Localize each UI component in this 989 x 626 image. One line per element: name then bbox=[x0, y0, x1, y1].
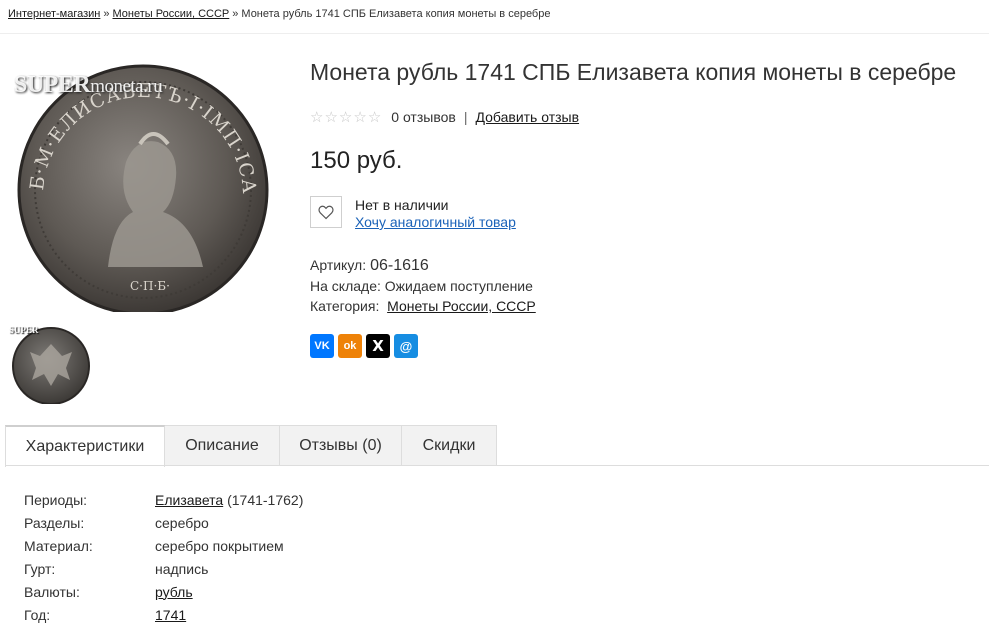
sku-value: 06-1616 bbox=[370, 257, 429, 274]
star-icon[interactable]: ☆ bbox=[324, 109, 337, 125]
star-icon[interactable]: ☆ bbox=[368, 109, 381, 125]
spec-label: Гурт: bbox=[24, 560, 56, 577]
category-row: Категория: Монеты России, СССР bbox=[310, 296, 536, 316]
sku-label: Артикул: bbox=[310, 257, 367, 273]
breadcrumb-current: Монета рубль 1741 СПБ Елизавета копия мо… bbox=[241, 8, 551, 20]
spec-value-link[interactable]: Елизавета bbox=[155, 492, 223, 508]
spec-label: Разделы: bbox=[24, 514, 85, 531]
product-title: Монета рубль 1741 СПБ Елизавета копия мо… bbox=[310, 59, 957, 85]
tab-description[interactable]: Описание bbox=[165, 425, 280, 465]
spec-value-link[interactable]: 1741 bbox=[155, 607, 186, 623]
star-icon[interactable]: ☆ bbox=[339, 109, 352, 125]
tab-characteristics[interactable]: Характеристики bbox=[5, 425, 165, 467]
star-icon[interactable]: ☆ bbox=[353, 109, 366, 125]
stock-label: На складе: bbox=[310, 278, 381, 294]
reviews-count: 0 отзывов bbox=[391, 109, 456, 125]
mailru-icon: @ bbox=[399, 338, 413, 354]
coin-mint-mark: С·П·Б· bbox=[130, 279, 170, 293]
breadcrumb-separator: » bbox=[103, 8, 110, 20]
breadcrumb-separator: » bbox=[232, 8, 239, 20]
spec-row: Периоды: Елизавета (1741-1762) bbox=[24, 488, 303, 511]
star-icon[interactable]: ☆ bbox=[310, 109, 323, 125]
vk-share-button[interactable]: VK bbox=[310, 334, 334, 358]
specs-table: Периоды: Елизавета (1741-1762) Разделы: … bbox=[24, 488, 303, 626]
category-label: Категория: bbox=[310, 298, 380, 314]
stock-value: Ожидаем поступление bbox=[384, 278, 533, 294]
breadcrumb-link-shop[interactable]: Интернет-магазин bbox=[8, 8, 100, 20]
x-icon: X bbox=[372, 337, 384, 355]
product-tabs: Характеристики Описание Отзывы (0) Скидк… bbox=[5, 425, 497, 467]
spec-row: Разделы: серебро bbox=[24, 511, 303, 534]
breadcrumb: Интернет-магазин» Монеты России, СССР» Мон… bbox=[8, 8, 550, 20]
sku-row: Артикул: 06-1616 bbox=[310, 255, 536, 276]
mailru-share-button[interactable]: @ bbox=[394, 334, 418, 358]
rating-stars[interactable]: ☆ ☆ ☆ ☆ ☆ bbox=[310, 109, 381, 125]
spec-extra: (1741-1762) bbox=[227, 491, 304, 508]
ok-share-button[interactable]: ok bbox=[338, 334, 362, 358]
want-similar-link[interactable]: Хочу аналогичный товар bbox=[355, 214, 516, 230]
spec-label: Периоды: bbox=[24, 491, 88, 508]
spec-value: серебро покрытием bbox=[155, 537, 284, 554]
spec-value-link[interactable]: рубль bbox=[155, 584, 193, 600]
spec-label: Валюты: bbox=[24, 583, 80, 600]
thumbnail-watermark: SUPER bbox=[9, 325, 39, 335]
stock-row: На складе: Ожидаем поступление bbox=[310, 276, 536, 296]
spec-row: Гурт: надпись bbox=[24, 557, 303, 580]
spec-row: Материал: серебро покрытием bbox=[24, 534, 303, 557]
spec-value: серебро bbox=[155, 514, 209, 531]
spec-row: Год: 1741 bbox=[24, 603, 303, 626]
category-link[interactable]: Монеты России, СССР bbox=[387, 298, 536, 314]
availability-block: Нет в наличии Хочу аналогичный товар bbox=[355, 197, 516, 231]
availability-status: Нет в наличии bbox=[355, 197, 449, 213]
rating-separator: | bbox=[463, 109, 468, 125]
wishlist-button[interactable] bbox=[310, 196, 342, 228]
product-main-image[interactable]: Б·М·ЕЛИСАВЕТЪ·I·IМП·IСАМОД·ВСЕРОС С·П·Б· bbox=[0, 45, 278, 316]
watermark-logo: SUPERmoneta.ru bbox=[14, 72, 163, 98]
heart-icon bbox=[318, 205, 334, 219]
ok-icon: ok bbox=[343, 340, 357, 352]
product-price: 150 руб. bbox=[310, 147, 403, 174]
breadcrumb-link-category[interactable]: Монеты России, СССР bbox=[113, 8, 230, 20]
product-meta: Артикул: 06-1616 На складе: Ожидаем посту… bbox=[310, 255, 536, 316]
header-divider bbox=[0, 33, 989, 34]
vk-icon: VK bbox=[314, 340, 330, 352]
social-share: VK ok X @ bbox=[310, 334, 418, 358]
tab-discounts[interactable]: Скидки bbox=[402, 425, 497, 465]
x-share-button[interactable]: X bbox=[366, 334, 390, 358]
spec-value: надпись bbox=[155, 560, 209, 577]
spec-label: Материал: bbox=[24, 537, 93, 554]
tabs-divider bbox=[5, 465, 989, 466]
spec-label: Год: bbox=[24, 606, 51, 623]
spec-row: Валюты: рубль bbox=[24, 580, 303, 603]
add-review-link[interactable]: Добавить отзыв bbox=[475, 109, 579, 125]
rating-bar: ☆ ☆ ☆ ☆ ☆ 0 отзывов | Добавить отзыв bbox=[310, 109, 579, 125]
tab-reviews[interactable]: Отзывы (0) bbox=[280, 425, 402, 465]
